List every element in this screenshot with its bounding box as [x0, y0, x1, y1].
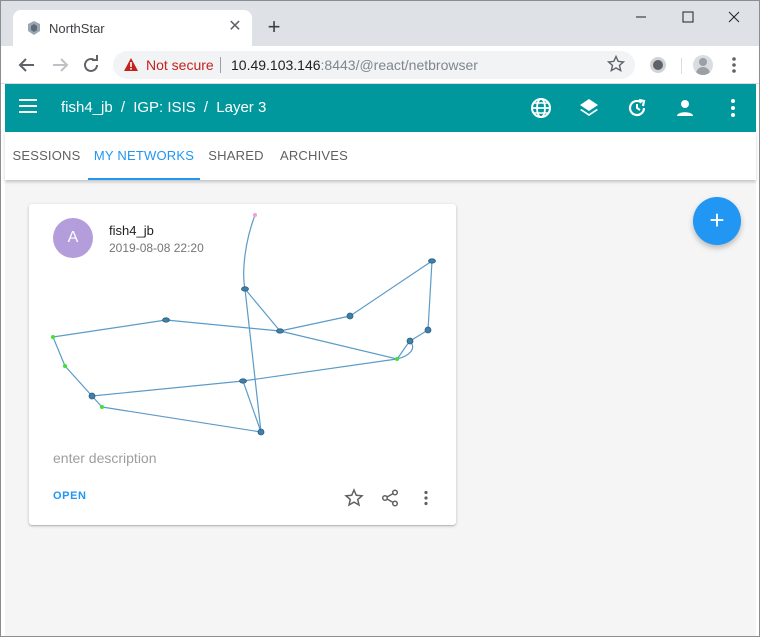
- layers-icon[interactable]: [577, 96, 601, 120]
- network-topology-thumbnail[interactable]: [29, 204, 456, 454]
- new-tab-button[interactable]: +: [264, 16, 284, 38]
- tab-title: NorthStar: [49, 21, 105, 36]
- reload-icon[interactable]: [79, 53, 103, 77]
- minimize-icon[interactable]: [631, 7, 651, 27]
- address-bar[interactable]: Not secure 10.49.103.146:8443/@react/net…: [113, 51, 635, 79]
- main-content: A fish4_jb 2019-08-08 22:20 enter descri…: [5, 180, 756, 636]
- url-path: :8443/@react/netbrowser: [320, 57, 478, 73]
- more-vert-icon[interactable]: [721, 96, 745, 120]
- tab-close-icon[interactable]: ✕: [226, 18, 244, 36]
- tab-sessions[interactable]: SESSIONS: [5, 132, 88, 180]
- forward-arrow-icon[interactable]: [48, 53, 72, 77]
- northstar-favicon-icon: [28, 21, 40, 35]
- url-host: 10.49.103.146: [231, 57, 321, 73]
- share-icon[interactable]: [380, 488, 400, 508]
- bookmark-star-icon[interactable]: [607, 55, 625, 73]
- star-icon[interactable]: [344, 488, 364, 508]
- extension-icon[interactable]: [650, 57, 666, 73]
- tab-my-networks[interactable]: MY NETWORKS: [88, 132, 200, 180]
- app-bar: fish4_jb / IGP: ISIS / Layer 3: [5, 84, 756, 132]
- breadcrumb-network[interactable]: fish4_jb: [61, 99, 113, 116]
- network-tabs: SESSIONS MY NETWORKS SHARED ARCHIVES: [5, 132, 756, 180]
- breadcrumb: fish4_jb / IGP: ISIS / Layer 3: [61, 99, 270, 116]
- tab-shared[interactable]: SHARED: [200, 132, 272, 180]
- breadcrumb-layer[interactable]: Layer 3: [216, 99, 266, 116]
- network-card[interactable]: A fish4_jb 2019-08-08 22:20 enter descri…: [29, 204, 456, 525]
- chrome-menu-icon[interactable]: [726, 54, 742, 76]
- omnibox-divider: [220, 57, 221, 73]
- globe-icon[interactable]: [529, 96, 553, 120]
- description-field[interactable]: enter description: [53, 450, 157, 466]
- back-arrow-icon[interactable]: [15, 53, 39, 77]
- history-icon[interactable]: [625, 96, 649, 120]
- network-date: 2019-08-08 22:20: [109, 241, 204, 255]
- browser-window: NorthStar ✕ + Not secure 10.49.103.146:8…: [0, 0, 760, 637]
- open-button[interactable]: OPEN: [53, 490, 87, 502]
- warning-icon: [124, 58, 138, 71]
- profile-icon[interactable]: [693, 55, 713, 75]
- active-tab-indicator: [88, 178, 200, 180]
- account-icon[interactable]: [673, 96, 697, 120]
- breadcrumb-separator: /: [120, 99, 126, 116]
- tab-archives[interactable]: ARCHIVES: [272, 132, 356, 180]
- avatar: A: [53, 218, 93, 258]
- security-status[interactable]: Not secure: [146, 57, 214, 73]
- network-name: fish4_jb: [109, 223, 154, 238]
- breadcrumb-igp[interactable]: IGP: ISIS: [133, 99, 196, 116]
- more-vert-icon[interactable]: [416, 488, 436, 508]
- browser-toolbar: Not secure 10.49.103.146:8443/@react/net…: [1, 46, 759, 84]
- title-bar: NorthStar ✕ +: [1, 1, 759, 46]
- maximize-icon[interactable]: [678, 7, 698, 27]
- menu-icon[interactable]: [19, 99, 39, 117]
- toolbar-divider: [681, 58, 682, 74]
- add-network-button[interactable]: +: [693, 197, 741, 245]
- breadcrumb-separator: /: [203, 99, 209, 116]
- url-text[interactable]: 10.49.103.146:8443/@react/netbrowser: [231, 57, 478, 73]
- browser-tab[interactable]: NorthStar ✕: [13, 10, 252, 46]
- close-window-icon[interactable]: [724, 7, 744, 27]
